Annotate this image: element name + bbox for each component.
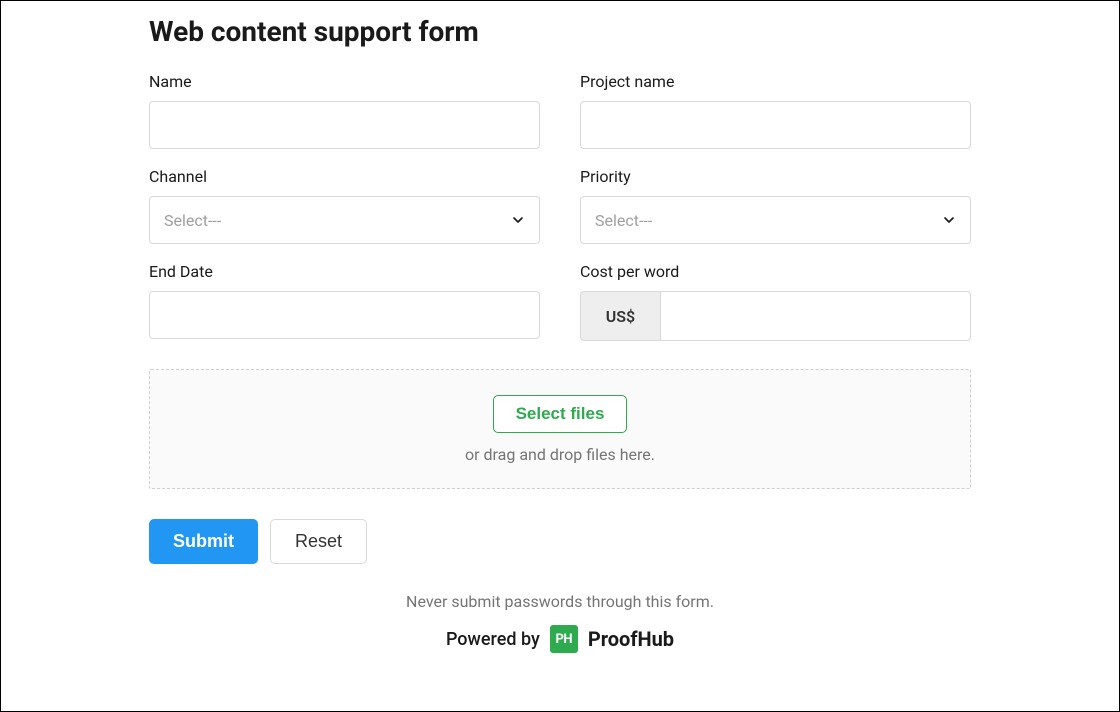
form-title: Web content support form bbox=[149, 15, 971, 48]
channel-label: Channel bbox=[149, 167, 540, 186]
priority-select[interactable]: Select--- bbox=[580, 196, 971, 244]
end-date-input[interactable] bbox=[149, 291, 540, 339]
form-actions: Submit Reset bbox=[149, 519, 971, 564]
brand-name: ProofHub bbox=[588, 627, 674, 651]
name-label: Name bbox=[149, 72, 540, 91]
channel-select-value: Select--- bbox=[149, 196, 540, 244]
priority-label: Priority bbox=[580, 167, 971, 186]
field-cost-per-word: Cost per word US$ bbox=[580, 262, 971, 341]
project-name-input[interactable] bbox=[580, 101, 971, 149]
drag-drop-hint: or drag and drop files here. bbox=[465, 445, 655, 464]
end-date-label: End Date bbox=[149, 262, 540, 281]
priority-select-value: Select--- bbox=[580, 196, 971, 244]
proofhub-logo-icon: PH bbox=[550, 625, 578, 653]
project-name-label: Project name bbox=[580, 72, 971, 91]
select-files-button[interactable]: Select files bbox=[493, 395, 628, 433]
cost-per-word-input[interactable] bbox=[660, 291, 971, 341]
name-input[interactable] bbox=[149, 101, 540, 149]
field-name: Name bbox=[149, 72, 540, 149]
channel-select[interactable]: Select--- bbox=[149, 196, 540, 244]
submit-button[interactable]: Submit bbox=[149, 519, 258, 564]
field-channel: Channel Select--- bbox=[149, 167, 540, 244]
field-project-name: Project name bbox=[580, 72, 971, 149]
field-priority: Priority Select--- bbox=[580, 167, 971, 244]
form-grid: Name Project name Channel Select--- Prio… bbox=[149, 72, 971, 489]
powered-by: Powered by PH ProofHub bbox=[149, 625, 971, 653]
password-warning: Never submit passwords through this form… bbox=[149, 592, 971, 611]
cost-per-word-label: Cost per word bbox=[580, 262, 971, 281]
powered-by-prefix: Powered by bbox=[446, 629, 540, 650]
field-end-date: End Date bbox=[149, 262, 540, 341]
file-upload-zone[interactable]: Select files or drag and drop files here… bbox=[149, 369, 971, 489]
currency-group: US$ bbox=[580, 291, 971, 341]
reset-button[interactable]: Reset bbox=[270, 519, 367, 564]
form-footer: Never submit passwords through this form… bbox=[149, 592, 971, 653]
currency-prefix: US$ bbox=[580, 291, 660, 341]
form-container: Web content support form Name Project na… bbox=[1, 1, 1119, 653]
